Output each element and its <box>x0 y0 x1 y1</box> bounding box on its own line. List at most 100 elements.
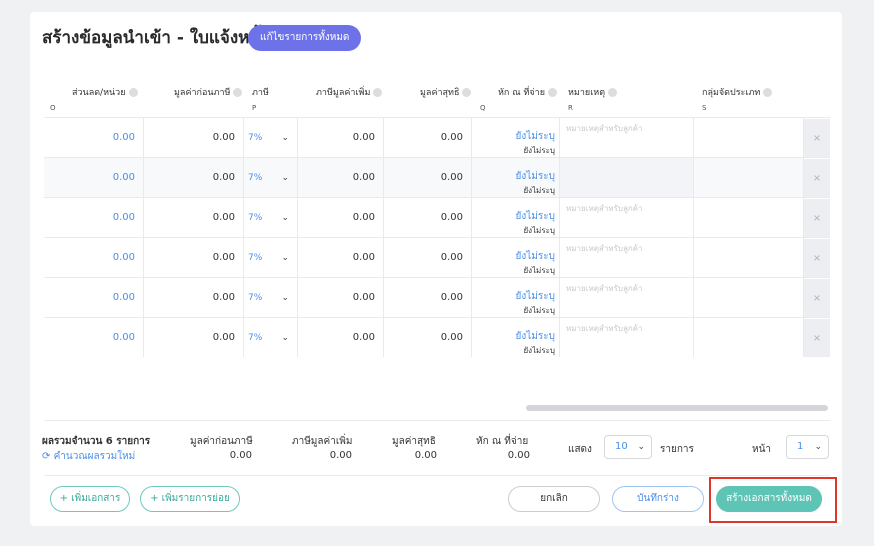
vat-rate-select[interactable]: 7% ⌄ <box>244 238 298 278</box>
delete-row-icon[interactable]: × <box>804 198 830 238</box>
vat-rate-select[interactable]: 7% ⌄ <box>244 118 298 158</box>
header-withholding: หัก ณ ที่จ่าย <box>498 85 557 99</box>
info-icon <box>462 88 472 97</box>
header-letter-o: O <box>50 104 56 112</box>
vat-rate-value: 7% <box>248 213 263 223</box>
pretax-cell[interactable]: 0.00 <box>144 198 244 238</box>
discount-cell[interactable]: 0.00 <box>44 118 144 158</box>
summary-withholding-value: 0.00 <box>507 450 530 461</box>
header-category: กลุ่มจัดประเภท <box>702 85 773 99</box>
category-cell[interactable] <box>694 278 804 318</box>
page-size-select[interactable]: 10 ⌄ <box>604 435 652 459</box>
note-input[interactable] <box>560 158 694 198</box>
chevron-down-icon: ⌄ <box>281 333 289 343</box>
vat-cell[interactable]: 0.00 <box>298 198 384 238</box>
discount-cell[interactable]: 0.00 <box>44 318 144 357</box>
delete-row-icon[interactable]: × <box>804 238 830 278</box>
header-vat: ภาษีมูลค่าเพิ่ม <box>316 85 383 99</box>
net-cell[interactable]: 0.00 <box>384 198 472 238</box>
vat-cell[interactable]: 0.00 <box>298 118 384 158</box>
vat-rate-select[interactable]: 7% ⌄ <box>244 278 298 318</box>
show-label: แสดง <box>568 444 592 455</box>
info-icon <box>608 88 618 97</box>
note-input[interactable]: หมายเหตุสำหรับลูกค้า <box>560 238 694 278</box>
vat-cell[interactable]: 0.00 <box>298 318 384 357</box>
net-cell[interactable]: 0.00 <box>384 318 472 357</box>
header-vat-rate: ภาษี <box>252 88 269 98</box>
pretax-cell[interactable]: 0.00 <box>144 158 244 198</box>
header-discount: ส่วนลด/หน่วย <box>72 85 138 99</box>
info-icon <box>548 88 557 97</box>
header-letter-r: R <box>568 104 573 112</box>
page-label: หน้า <box>752 444 772 455</box>
vat-rate-value: 7% <box>248 133 263 143</box>
highlight-box <box>709 477 837 523</box>
net-cell[interactable]: 0.00 <box>384 238 472 278</box>
net-cell[interactable]: 0.00 <box>384 278 472 318</box>
summary-pretax-value: 0.00 <box>229 450 252 461</box>
withholding-select[interactable]: ยังไม่ระบุ ยังไม่ระบุ <box>472 198 560 238</box>
withholding-sub-value: ยังไม่ระบุ <box>523 226 555 235</box>
delete-row-icon[interactable]: × <box>804 118 830 158</box>
net-cell[interactable]: 0.00 <box>384 118 472 158</box>
discount-cell[interactable]: 0.00 <box>44 238 144 278</box>
pretax-cell[interactable]: 0.00 <box>144 238 244 278</box>
vat-cell[interactable]: 0.00 <box>298 158 384 198</box>
note-input[interactable]: หมายเหตุสำหรับลูกค้า <box>560 118 694 158</box>
note-input[interactable]: หมายเหตุสำหรับลูกค้า <box>560 198 694 238</box>
discount-cell[interactable]: 0.00 <box>44 158 144 198</box>
page-select[interactable]: 1 ⌄ <box>786 435 829 459</box>
withholding-sub-value: ยังไม่ระบุ <box>523 346 555 355</box>
cancel-button[interactable]: ยกเลิก <box>508 486 600 512</box>
info-icon <box>373 88 383 97</box>
note-input[interactable]: หมายเหตุสำหรับลูกค้า <box>560 318 694 357</box>
net-cell[interactable]: 0.00 <box>384 158 472 198</box>
withholding-select[interactable]: ยังไม่ระบุ ยังไม่ระบุ <box>472 278 560 318</box>
chevron-down-icon: ⌄ <box>637 442 645 452</box>
withholding-select[interactable]: ยังไม่ระบุ ยังไม่ระบุ <box>472 158 560 198</box>
edit-all-items-button[interactable]: แก้ไขรายการทั้งหมด <box>248 25 362 51</box>
category-cell[interactable] <box>694 318 804 357</box>
add-document-button[interactable]: + เพิ่มเอกสาร <box>50 486 130 512</box>
withholding-select[interactable]: ยังไม่ระบุ ยังไม่ระบุ <box>472 118 560 158</box>
vat-cell[interactable]: 0.00 <box>298 278 384 318</box>
discount-cell[interactable]: 0.00 <box>44 278 144 318</box>
vat-rate-value: 7% <box>248 293 263 303</box>
vat-rate-select[interactable]: 7% ⌄ <box>244 158 298 198</box>
delete-row-icon[interactable]: × <box>804 158 830 198</box>
withholding-select[interactable]: ยังไม่ระบุ ยังไม่ระบุ <box>472 318 560 357</box>
header-letter-p: P <box>252 104 257 112</box>
recalc-label: คำนวณผลรวมใหม่ <box>53 451 136 462</box>
category-cell[interactable] <box>694 238 804 278</box>
chevron-down-icon: ⌄ <box>281 293 289 303</box>
category-cell[interactable] <box>694 118 804 158</box>
note-input[interactable]: หมายเหตุสำหรับลูกค้า <box>560 278 694 318</box>
pretax-cell[interactable]: 0.00 <box>144 278 244 318</box>
category-cell[interactable] <box>694 198 804 238</box>
table-header: ส่วนลด/หน่วย O มูลค่าก่อนภาษี ภาษี P ภาษ… <box>44 77 814 117</box>
discount-cell[interactable]: 0.00 <box>44 198 144 238</box>
pretax-cell[interactable]: 0.00 <box>144 118 244 158</box>
table-row: 0.00 0.00 7% ⌄ 0.00 0.00 ยังไม่ระบุ ยังไม่ระบุ × <box>44 157 830 198</box>
info-icon <box>763 88 773 97</box>
pretax-cell[interactable]: 0.00 <box>144 318 244 357</box>
vat-cell[interactable]: 0.00 <box>298 238 384 278</box>
vat-rate-value: 7% <box>248 173 263 183</box>
horizontal-scrollbar[interactable] <box>526 405 828 411</box>
vat-rate-select[interactable]: 7% ⌄ <box>244 318 298 357</box>
vat-rate-select[interactable]: 7% ⌄ <box>244 198 298 238</box>
chevron-down-icon: ⌄ <box>281 173 289 183</box>
delete-row-icon[interactable]: × <box>804 318 830 357</box>
delete-row-icon[interactable]: × <box>804 278 830 318</box>
summary-vat-value: 0.00 <box>329 450 352 461</box>
save-draft-button[interactable]: บันทึกร่าง <box>612 486 704 512</box>
recalculate-link[interactable]: ⟳ คำนวณผลรวมใหม่ <box>42 449 135 464</box>
withholding-value: ยังไม่ระบุ <box>515 131 555 142</box>
vat-rate-value: 7% <box>248 333 263 343</box>
category-cell[interactable] <box>694 158 804 198</box>
add-subitem-button[interactable]: + เพิ่มรายการย่อย <box>140 486 240 512</box>
header-note: หมายเหตุ <box>568 85 618 99</box>
vat-rate-value: 7% <box>248 253 263 263</box>
table-row: 0.00 0.00 7% ⌄ 0.00 0.00 ยังไม่ระบุ ยังไม่ระบุห… <box>44 237 830 278</box>
withholding-select[interactable]: ยังไม่ระบุ ยังไม่ระบุ <box>472 238 560 278</box>
